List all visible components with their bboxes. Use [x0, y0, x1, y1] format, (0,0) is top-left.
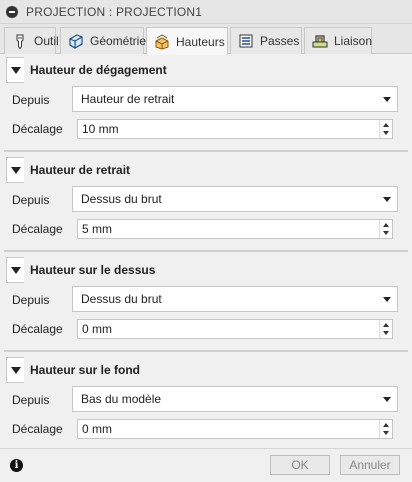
section-divider	[4, 350, 408, 352]
dropdown-arrow-icon	[383, 97, 391, 102]
dropdown-arrow-icon	[383, 197, 391, 202]
spin-down-icon[interactable]	[383, 231, 389, 235]
collapse-toggle[interactable]	[6, 257, 24, 283]
spinner-arrows[interactable]	[379, 320, 392, 338]
spin-down-icon[interactable]	[383, 131, 389, 135]
select-value: Bas du modèle	[81, 392, 162, 406]
geometry-icon	[67, 32, 85, 50]
offset-input-bottom[interactable]: 0 mm	[77, 419, 393, 439]
offset-input-top[interactable]: 0 mm	[77, 319, 393, 339]
from-label: Depuis	[12, 193, 50, 207]
section-title: Hauteur sur le fond	[30, 363, 141, 377]
spin-value: 0 mm	[82, 322, 112, 336]
linking-icon	[311, 32, 329, 50]
section-header-bottom[interactable]: Hauteur sur le fond	[6, 356, 140, 384]
dropdown-arrow-icon	[383, 397, 391, 402]
spin-value: 5 mm	[82, 222, 112, 236]
spin-value: 10 mm	[82, 122, 119, 136]
offset-label: Décalage	[12, 222, 63, 236]
tab-hauteurs[interactable]: Hauteurs	[146, 27, 228, 55]
spinner-arrows[interactable]	[379, 420, 392, 438]
select-value: Dessus du brut	[81, 292, 162, 306]
section-title: Hauteur sur le dessus	[30, 263, 156, 277]
tool-icon	[11, 32, 29, 50]
collapse-icon[interactable]	[6, 5, 18, 18]
tab-bar: Outil Géométrie Hauteurs Passes Liaison	[0, 24, 412, 55]
spin-down-icon[interactable]	[383, 431, 389, 435]
ok-button[interactable]: OK	[270, 455, 330, 475]
offset-input-clearance[interactable]: 10 mm	[77, 119, 393, 139]
section-header-top[interactable]: Hauteur sur le dessus	[6, 256, 155, 284]
from-label: Depuis	[12, 293, 50, 307]
spin-value: 0 mm	[82, 422, 112, 436]
passes-icon	[237, 32, 255, 50]
spin-up-icon[interactable]	[383, 323, 389, 327]
spin-up-icon[interactable]	[383, 123, 389, 127]
offset-input-retract[interactable]: 5 mm	[77, 219, 393, 239]
from-label: Depuis	[12, 93, 50, 107]
offset-label: Décalage	[12, 422, 63, 436]
window-title: PROJECTION : PROJECTION1	[26, 4, 203, 19]
triangle-down-icon	[10, 366, 21, 374]
select-value: Dessus du brut	[81, 192, 162, 206]
triangle-down-icon	[10, 66, 21, 74]
triangle-down-icon	[10, 266, 21, 274]
title-bar: PROJECTION : PROJECTION1	[0, 0, 412, 24]
collapse-toggle[interactable]	[6, 357, 24, 383]
section-header-retract[interactable]: Hauteur de retrait	[6, 156, 130, 184]
tab-label: Passes	[260, 34, 300, 48]
section-header-clearance[interactable]: Hauteur de dégagement	[6, 56, 167, 84]
section-title: Hauteur de dégagement	[30, 63, 167, 77]
from-select-clearance[interactable]: Hauteur de retrait	[72, 86, 398, 112]
triangle-down-icon	[10, 166, 21, 174]
tab-passes[interactable]: Passes	[230, 27, 302, 54]
from-select-bottom[interactable]: Bas du modèle	[72, 386, 398, 412]
spin-down-icon[interactable]	[383, 331, 389, 335]
info-icon[interactable]: i	[10, 459, 23, 472]
spin-up-icon[interactable]	[383, 223, 389, 227]
tab-liaison[interactable]: Liaison	[304, 27, 372, 54]
from-select-retract[interactable]: Dessus du brut	[72, 186, 398, 212]
tab-label: Géométrie	[90, 34, 147, 48]
offset-label: Décalage	[12, 122, 63, 136]
section-divider	[4, 150, 408, 152]
section-title: Hauteur de retrait	[30, 163, 131, 177]
tab-label: Hauteurs	[176, 34, 225, 49]
dropdown-arrow-icon	[383, 297, 391, 302]
select-value: Hauteur de retrait	[81, 92, 175, 106]
tab-geometrie[interactable]: Géométrie	[60, 27, 147, 54]
spinner-arrows[interactable]	[379, 120, 392, 138]
dialog-footer: i OK Annuler	[0, 448, 412, 482]
tab-label: Liaison	[334, 34, 373, 48]
offset-label: Décalage	[12, 322, 63, 336]
from-label: Depuis	[12, 393, 50, 407]
collapse-toggle[interactable]	[6, 57, 24, 83]
from-select-top[interactable]: Dessus du brut	[72, 286, 398, 312]
section-divider	[4, 250, 408, 252]
spinner-arrows[interactable]	[379, 220, 392, 238]
heights-icon	[153, 33, 171, 51]
tab-label: Outil	[34, 34, 59, 48]
spin-up-icon[interactable]	[383, 423, 389, 427]
collapse-toggle[interactable]	[6, 157, 24, 183]
tab-outil[interactable]: Outil	[4, 27, 59, 54]
cancel-button[interactable]: Annuler	[340, 455, 400, 475]
